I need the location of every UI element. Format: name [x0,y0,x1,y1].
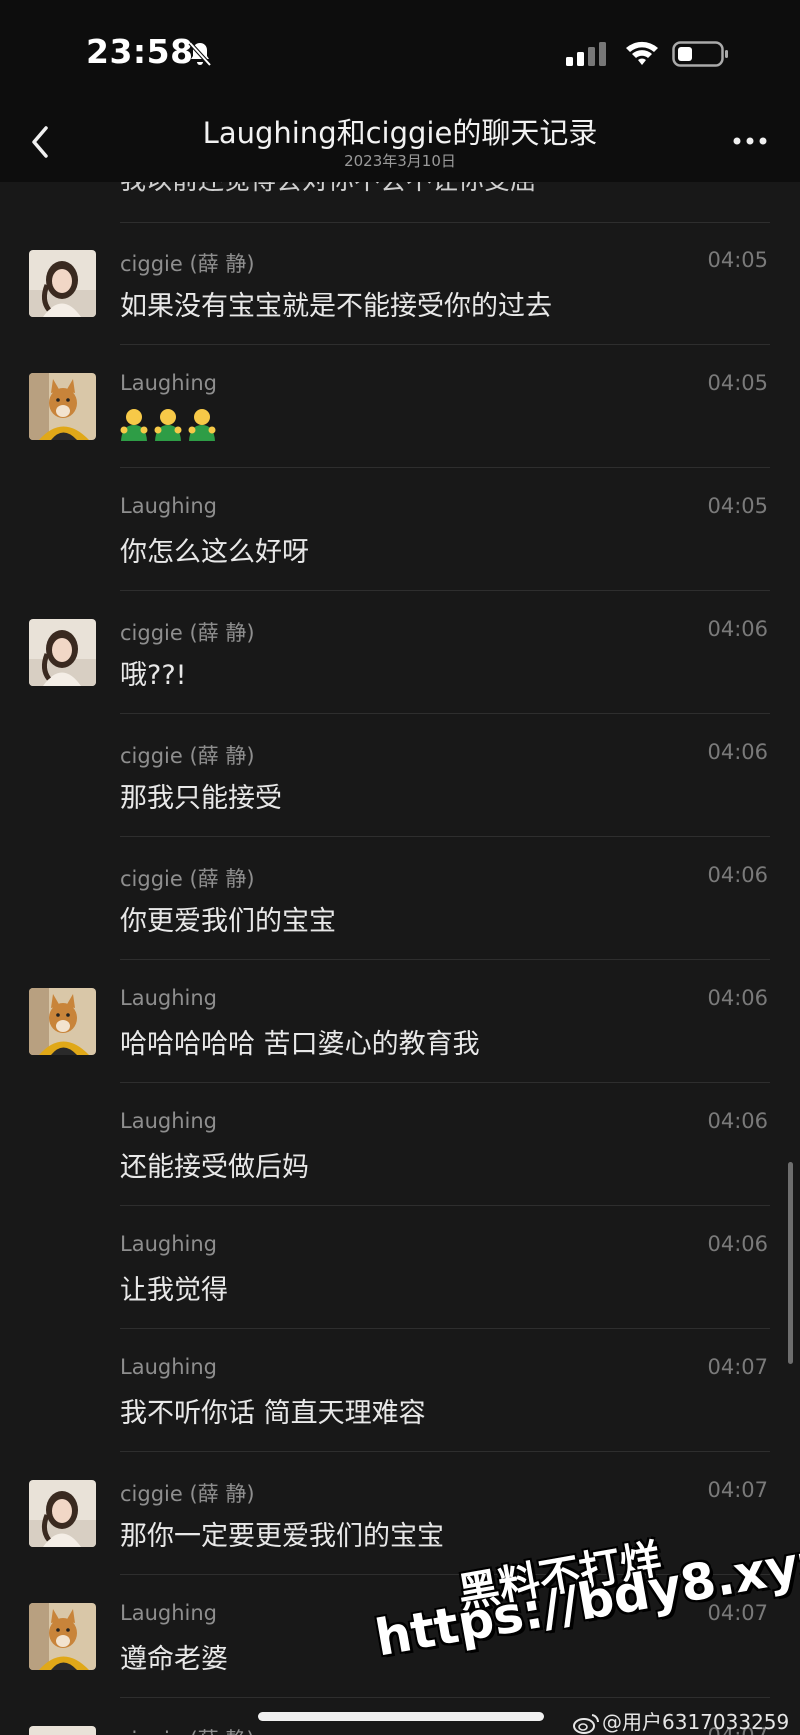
avatar[interactable] [29,1726,96,1735]
message-row[interactable]: Laughing 04:05 [0,345,800,468]
wifi-icon [626,41,658,65]
message-text: 我不听你话 简直天理难容 [120,1398,426,1429]
message-time: 04:06 [707,1109,768,1133]
message-text: 哈哈哈哈哈 苦口婆心的教育我 [120,1029,480,1060]
message-time: 04:05 [707,371,768,395]
message-row[interactable]: Laughing 04:06 还能接受做后妈 [0,1083,800,1206]
partial-message-text: 我以前还觉得会对你不会不让你受屈 [120,182,536,197]
sender-name: ciggie (薛 静) [120,1724,255,1735]
nav-bar: Laughing和ciggie的聊天记录 2023年3月10日 [0,100,800,182]
message-time: 04:05 [707,248,768,272]
message-row[interactable]: Laughing 04:06 让我觉得 [0,1206,800,1329]
avatar[interactable] [29,250,96,317]
message-time: 04:07 [707,1355,768,1379]
hug-emoji-icon [188,409,216,441]
message-text: 让我觉得 [120,1275,228,1306]
message-row[interactable]: ciggie (薛 静) 04:05 如果没有宝宝就是不能接受你的过去 [0,222,800,345]
message-text: 你怎么这么好呀 [120,537,309,568]
message-time: 04:06 [707,740,768,764]
avatar[interactable] [29,373,96,440]
message-time: 04:06 [707,617,768,641]
message-text: 那我只能接受 [120,783,282,814]
sender-name: Laughing [120,986,217,1010]
message-row[interactable]: ciggie (薛 静) 04:06 哦??! [0,591,800,714]
avatar[interactable] [29,619,96,686]
sender-name: ciggie (薛 静) [120,1482,255,1506]
sender-name: Laughing [120,1355,217,1379]
chat-history-screen: 23:58 Laughing和ciggie的聊天记录 2023年3月10日 ci… [0,0,800,1735]
sender-name: ciggie (薛 静) [120,867,255,891]
message-row[interactable]: ciggie (薛 静) 04:06 那我只能接受 [0,714,800,837]
message-time: 04:06 [707,986,768,1010]
sender-name: Laughing [120,1109,217,1133]
battery-icon [672,41,728,67]
cellular-signal-icon [566,42,606,66]
message-text: 你更爱我们的宝宝 [120,906,336,937]
status-bar: 23:58 [0,0,800,100]
message-row[interactable]: Laughing 04:06 哈哈哈哈哈 苦口婆心的教育我 [0,960,800,1083]
sender-name: Laughing [120,1232,217,1256]
hug-emoji-icon [120,409,148,441]
hug-emoji-icon [154,409,182,441]
scrollbar[interactable] [788,1162,793,1364]
message-text: 如果没有宝宝就是不能接受你的过去 [120,291,552,322]
status-time: 23:58 [86,32,194,71]
message-row[interactable]: ciggie (薛 静) 04:06 你更爱我们的宝宝 [0,837,800,960]
message-text: 还能接受做后妈 [120,1152,309,1183]
message-time: 04:06 [707,1232,768,1256]
sender-name: ciggie (薛 静) [120,252,255,276]
more-icon[interactable] [732,130,768,152]
emoji-message [118,407,220,441]
weibo-credit: @用户6317033259 [572,1706,789,1735]
message-time: 04:05 [707,494,768,518]
sender-name: Laughing [120,494,217,518]
message-time: 04:06 [707,863,768,887]
message-row[interactable]: Laughing 04:05 你怎么这么好呀 [0,468,800,591]
home-indicator[interactable] [258,1712,544,1721]
avatar[interactable] [29,1480,96,1547]
sender-name: Laughing [120,1601,217,1625]
message-row[interactable]: Laughing 04:07 我不听你话 简直天理难容 [0,1329,800,1452]
page-title: Laughing和ciggie的聊天记录 [202,116,598,150]
weibo-username: @用户6317033259 [602,1710,790,1734]
sender-name: ciggie (薛 静) [120,621,255,645]
message-text: 遵命老婆 [120,1644,228,1675]
avatar[interactable] [29,1603,96,1670]
message-text: 那你一定要更爱我们的宝宝 [120,1521,444,1552]
avatar[interactable] [29,988,96,1055]
weibo-icon [573,1714,600,1734]
page-subtitle: 2023年3月10日 [344,152,456,170]
message-text: 哦??! [120,660,187,691]
chat-record-list[interactable]: 我以前还觉得会对你不会不让你受屈 ciggie (薛 静) 04:05 如果没有宝宝… [0,182,800,1735]
message-time: 04:07 [707,1478,768,1502]
bell-slash-icon [188,41,212,67]
sender-name: ciggie (薛 静) [120,744,255,768]
sender-name: Laughing [120,371,217,395]
